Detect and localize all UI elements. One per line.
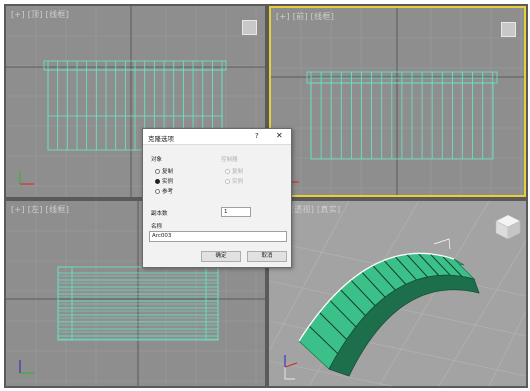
front-view-canvas: [271, 8, 524, 195]
radio-indicator: [155, 179, 160, 184]
name-input[interactable]: Arc003: [149, 231, 287, 242]
name-label: 名称: [151, 224, 163, 230]
controller-group-label: 控制器: [221, 157, 238, 163]
viewport-grid: [+] [顶] [线框] [+] [前] [线框] [+] [左] [线框] […: [4, 4, 528, 388]
dialog-title: 克隆选项: [148, 135, 174, 143]
object-reference-radio[interactable]: 参考: [155, 187, 173, 195]
viewport-label-left[interactable]: [+] [左] [线框]: [11, 204, 69, 215]
radio-indicator: [225, 169, 230, 174]
object-instance-radio[interactable]: 实例: [155, 177, 173, 185]
viewcube[interactable]: [495, 214, 521, 240]
object-copy-label: 复制: [162, 169, 174, 175]
object-copy-radio[interactable]: 复制: [155, 167, 173, 175]
radio-indicator: [225, 179, 230, 184]
viewport-label-front[interactable]: [+] [前] [线框]: [276, 11, 334, 22]
ok-button[interactable]: 确定: [201, 251, 241, 262]
controller-copy-label: 复制: [232, 169, 244, 175]
bench-wireframe-front[interactable]: [306, 71, 498, 160]
arched-bench-model[interactable]: [298, 252, 480, 377]
viewcube-icon[interactable]: [501, 22, 516, 37]
object-group-label: 对象: [151, 157, 163, 163]
object-instance-label: 实例: [162, 179, 174, 185]
cancel-button[interactable]: 取消: [247, 251, 287, 262]
axis-gizmo: [284, 355, 298, 368]
copies-spinner[interactable]: 1: [221, 207, 251, 217]
close-button[interactable]: ✕: [276, 131, 283, 140]
controller-copy-radio: 复制: [225, 167, 243, 175]
copies-label: 副本数: [151, 211, 168, 217]
help-button[interactable]: ?: [255, 132, 259, 140]
radio-indicator: [155, 189, 160, 194]
dialog-titlebar[interactable]: 克隆选项 ? ✕: [143, 129, 291, 145]
perspective-view-canvas: [269, 201, 526, 386]
viewport-front[interactable]: [+] [前] [线框]: [269, 6, 526, 197]
axis-gizmo: [19, 171, 34, 185]
controller-instance-label: 实例: [232, 179, 244, 185]
viewcube-icon[interactable]: [242, 20, 257, 35]
viewport-perspective[interactable]: [+] [透视] [真实]: [269, 201, 526, 386]
radio-indicator: [155, 169, 160, 174]
controller-instance-radio: 实例: [225, 177, 243, 185]
clone-options-dialog[interactable]: 克隆选项 ? ✕ 对象 控制器 复制 实例 参考 复制 实例 副本数 1 名称 …: [142, 128, 292, 268]
object-reference-label: 参考: [162, 189, 174, 195]
axis-gizmo: [19, 360, 34, 374]
viewport-label-top[interactable]: [+] [顶] [线框]: [11, 9, 69, 20]
